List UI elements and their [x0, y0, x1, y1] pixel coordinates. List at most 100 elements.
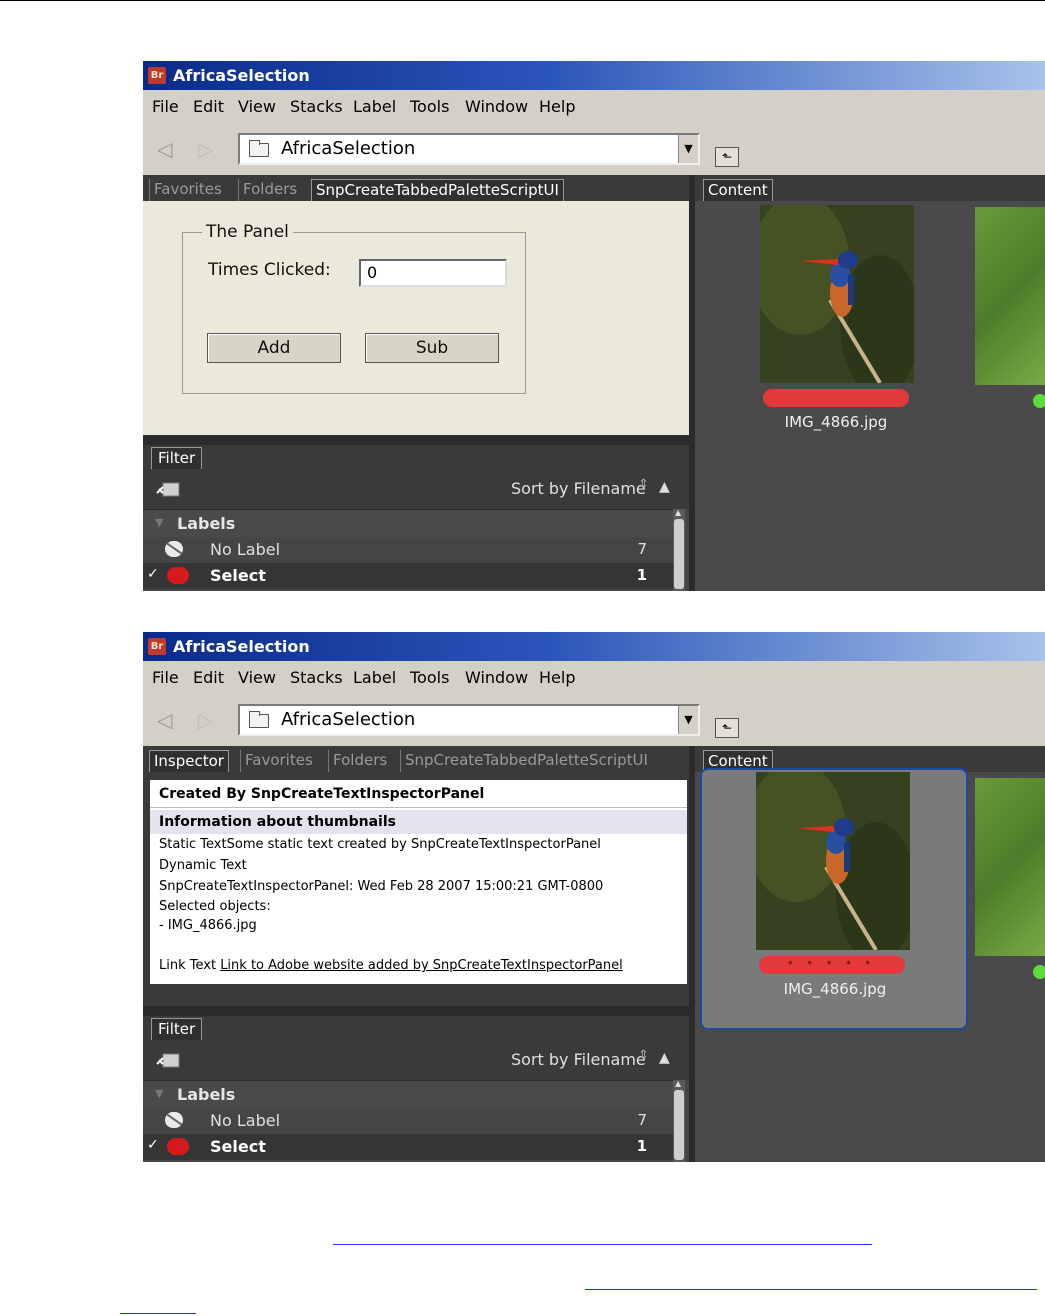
title-bar: Br AfricaSelection [143, 61, 1045, 90]
menu-edit[interactable]: Edit [193, 661, 224, 694]
menu-tools[interactable]: Tools [410, 661, 449, 694]
path-dropdown[interactable]: AfricaSelection ▼ [238, 133, 700, 165]
adobe-website-link[interactable]: Link to Adobe website added by SnpCreate… [220, 958, 623, 973]
bridge-window-inspector: Br AfricaSelection File Edit View Stacks… [143, 632, 1045, 1162]
sort-by-label[interactable]: Sort by Filename [511, 1050, 646, 1069]
document-link-underline[interactable] [333, 1244, 872, 1245]
horizontal-splitter[interactable] [143, 435, 689, 445]
scroll-thumb[interactable] [674, 519, 684, 589]
inspector-panel: Created By SnpCreateTextInspectorPanel I… [150, 780, 687, 984]
menu-label[interactable]: Label [353, 661, 396, 694]
tab-folders[interactable]: Folders [238, 179, 301, 201]
path-dropdown[interactable]: AfricaSelection ▼ [238, 704, 700, 736]
up-folder-icon[interactable]: ⬑ [715, 147, 739, 167]
tab-snpcreatetabbedpalettescriptui[interactable]: SnpCreateTabbedPaletteScriptUI [400, 750, 652, 772]
menu-stacks[interactable]: Stacks [290, 661, 343, 694]
kingfisher-thumbnail[interactable] [756, 772, 910, 950]
menu-view[interactable]: View [238, 661, 276, 694]
no-label-icon [165, 1112, 183, 1128]
checkmark-icon: ✓ [147, 1137, 159, 1153]
dropdown-arrow-icon[interactable]: ▼ [678, 706, 698, 734]
thumbnail-filename: IMG_4866.jpg [784, 413, 888, 431]
tab-content[interactable]: Content [703, 179, 773, 201]
path-text: AfricaSelection [281, 709, 416, 730]
bridge-logo-icon: Br [148, 638, 166, 655]
title-bar: Br AfricaSelection [143, 632, 1045, 661]
filter-row-select[interactable]: ✓ Select 1 [143, 1134, 673, 1160]
labels-section-header[interactable]: ▼ Labels [143, 509, 673, 537]
tab-folders[interactable]: Folders [328, 750, 391, 772]
back-arrow-icon[interactable]: ◁ [157, 710, 172, 730]
back-arrow-icon[interactable]: ◁ [157, 139, 172, 159]
content-tabstrip: Content [695, 175, 1045, 201]
filter-scrollbar[interactable]: ▲ [673, 508, 685, 591]
rating-stars[interactable]: * * * * * [759, 956, 905, 974]
document-link-underline[interactable] [585, 1289, 1037, 1290]
new-filter-icon[interactable] [155, 479, 181, 499]
thumbnail-card[interactable]: IMG_4866.jpg [703, 199, 969, 457]
sub-button[interactable]: Sub [365, 333, 499, 363]
tab-inspector[interactable]: Inspector [149, 750, 229, 772]
tab-filter[interactable]: Filter [151, 447, 203, 469]
tab-favorites[interactable]: Favorites [149, 179, 226, 201]
sort-arrows-icon[interactable]: ⇕ [638, 1048, 649, 1063]
filter-row-name: Select [210, 1137, 266, 1156]
sort-arrows-icon[interactable]: ⇕ [638, 477, 649, 492]
forward-arrow-icon[interactable]: ▷ [198, 710, 213, 730]
filter-scrollbar[interactable]: ▲ [673, 1079, 685, 1162]
filter-row-no-label[interactable]: No Label 7 [143, 537, 673, 563]
forward-arrow-icon[interactable]: ▷ [198, 139, 213, 159]
window-title: AfricaSelection [173, 637, 310, 656]
label-color-bar: * * * * * [759, 956, 905, 974]
menu-window[interactable]: Window [465, 90, 528, 123]
filter-row-name: No Label [210, 540, 281, 559]
kingfisher-thumbnail[interactable] [760, 205, 914, 383]
thumbnail-card-selected[interactable]: * * * * * IMG_4866.jpg [700, 768, 968, 1030]
menu-tools[interactable]: Tools [410, 90, 449, 123]
inspector-heading: Created By SnpCreateTextInspectorPanel [150, 780, 687, 808]
label-color-bar [763, 389, 909, 407]
new-filter-icon[interactable] [155, 1050, 181, 1070]
menu-file[interactable]: File [152, 90, 179, 123]
content-area: IMG_4866.jpg [695, 201, 1045, 591]
filter-row-count: 1 [636, 1137, 647, 1155]
document-link-underline[interactable] [120, 1313, 196, 1314]
filter-list: ▼ Labels No Label 7 ✓ Select 1 ▲ [143, 508, 689, 591]
horizontal-splitter[interactable] [143, 1006, 689, 1016]
bridge-logo-icon: Br [148, 67, 166, 84]
filter-toolbar: Sort by Filename ⇕ ▲ [143, 1040, 689, 1080]
sort-ascending-icon[interactable]: ▲ [659, 1050, 670, 1066]
up-folder-icon[interactable]: ⬑ [715, 718, 739, 738]
grass-thumbnail[interactable] [975, 778, 1045, 956]
grass-thumbnail[interactable] [975, 207, 1045, 385]
menu-view[interactable]: View [238, 90, 276, 123]
dynamic-text-label: Dynamic Text [159, 858, 247, 873]
dropdown-arrow-icon[interactable]: ▼ [678, 135, 698, 163]
selected-object-item: - IMG_4866.jpg [159, 918, 257, 933]
scroll-up-icon[interactable]: ▲ [675, 1079, 681, 1088]
menu-file[interactable]: File [152, 661, 179, 694]
panel-groupbox: The Panel Times Clicked: 0 Add Sub [182, 222, 526, 394]
filter-tabstrip: Filter [143, 445, 689, 469]
menu-help[interactable]: Help [539, 90, 575, 123]
add-button[interactable]: Add [207, 333, 341, 363]
menu-stacks[interactable]: Stacks [290, 90, 343, 123]
scroll-up-icon[interactable]: ▲ [675, 508, 681, 517]
static-text-value: Some static text created by SnpCreateTex… [226, 837, 601, 852]
tab-favorites[interactable]: Favorites [240, 750, 317, 772]
times-clicked-field[interactable]: 0 [359, 259, 507, 287]
filter-row-no-label[interactable]: No Label 7 [143, 1108, 673, 1134]
filter-row-select[interactable]: ✓ Select 1 [143, 563, 673, 589]
menu-window[interactable]: Window [465, 661, 528, 694]
tab-filter[interactable]: Filter [151, 1018, 203, 1040]
filter-row-name: Select [210, 566, 266, 585]
menu-edit[interactable]: Edit [193, 90, 224, 123]
menu-label[interactable]: Label [353, 90, 396, 123]
tab-snpcreatetabbedpalettescriptui[interactable]: SnpCreateTabbedPaletteScriptUI [311, 179, 564, 201]
menu-help[interactable]: Help [539, 661, 575, 694]
sort-ascending-icon[interactable]: ▲ [659, 479, 670, 495]
sort-by-label[interactable]: Sort by Filename [511, 479, 646, 498]
labels-section-header[interactable]: ▼ Labels [143, 1080, 673, 1108]
selected-objects-label: Selected objects: [159, 899, 271, 914]
scroll-thumb[interactable] [674, 1090, 684, 1160]
